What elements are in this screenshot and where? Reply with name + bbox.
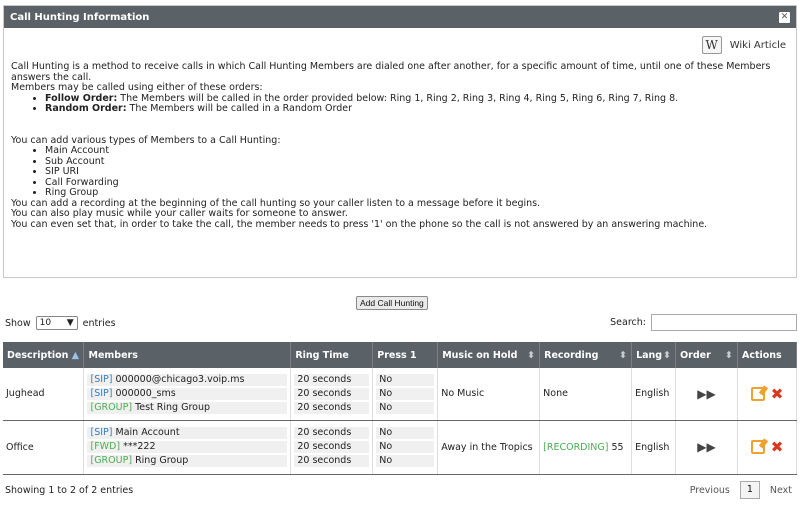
col-ring-time: Ring Time bbox=[290, 342, 374, 368]
row-music: No Music bbox=[437, 368, 541, 421]
press1-value: No bbox=[376, 427, 435, 439]
delete-icon[interactable]: ✖ bbox=[771, 386, 784, 401]
member-line: [FWD] ***222 bbox=[87, 441, 288, 453]
col-order[interactable]: Order ⬍ bbox=[675, 342, 738, 368]
row-description: Office bbox=[3, 420, 85, 475]
sort-icon: ⬍ bbox=[663, 349, 672, 361]
member-line: [GROUP] Ring Group bbox=[87, 455, 288, 467]
row-members: [SIP] Main Account [FWD] ***222 [GROUP] … bbox=[83, 420, 292, 475]
row-press1: No No No bbox=[372, 368, 439, 421]
sort-icon: ⬍ bbox=[619, 349, 628, 361]
show-label: Show bbox=[5, 317, 31, 329]
col-members: Members bbox=[83, 342, 292, 368]
caret-down-icon: ▼ bbox=[66, 318, 74, 328]
next-button[interactable]: Next bbox=[770, 485, 792, 496]
order-desc: The Members will be called in a Random O… bbox=[129, 103, 352, 114]
ring-time: 20 seconds bbox=[294, 373, 370, 386]
search-box: Search: bbox=[610, 314, 797, 331]
ring-time: 20 seconds bbox=[294, 401, 370, 414]
wikipedia-icon: W bbox=[701, 36, 722, 54]
member-line: [SIP] 000000_sms bbox=[87, 387, 288, 400]
entries-label: entries bbox=[82, 317, 116, 329]
row-press1: No No No bbox=[372, 420, 439, 475]
row-recording: [RECORDING] 55 bbox=[539, 420, 633, 475]
order-name: Random Order: bbox=[45, 103, 127, 114]
col-music-on-hold[interactable]: Music on Hold ⬍ bbox=[437, 342, 541, 368]
press1-value: No bbox=[376, 455, 435, 467]
col-lang[interactable]: Lang ⬍ bbox=[631, 342, 677, 368]
order-name: Follow Order: bbox=[45, 92, 118, 104]
table-header-row: Description ▲ Members Ring Time Press 1 … bbox=[3, 342, 798, 368]
type-item: Ring Group bbox=[45, 187, 790, 199]
entries-select[interactable]: 10 ▼ bbox=[35, 316, 78, 330]
type-item: Main Account bbox=[45, 145, 790, 157]
search-label: Search: bbox=[610, 317, 646, 328]
ring-time: 20 seconds bbox=[294, 441, 370, 453]
press1-value: No bbox=[376, 373, 435, 386]
panel-header: Call Hunting Information ✕ bbox=[4, 6, 796, 28]
row-ring-times: 20 seconds 20 seconds 20 seconds bbox=[290, 368, 374, 421]
page-1-button[interactable]: 1 bbox=[739, 481, 760, 499]
search-input[interactable] bbox=[651, 314, 797, 331]
edit-icon[interactable] bbox=[750, 386, 765, 401]
sort-icon: ⬍ bbox=[725, 349, 733, 361]
sort-icon: ⬍ bbox=[527, 349, 536, 361]
close-icon[interactable]: ✕ bbox=[779, 11, 790, 23]
ring-time: 20 seconds bbox=[294, 455, 370, 467]
note-text: You can even set that, in order to take … bbox=[11, 218, 708, 230]
press1-value: No bbox=[376, 387, 435, 400]
ring-time: 20 seconds bbox=[294, 387, 370, 400]
wiki-article-label: Wiki Article bbox=[729, 39, 786, 51]
note-text: You can also play music while your calle… bbox=[11, 208, 348, 219]
col-actions: Actions bbox=[737, 342, 798, 368]
order-icon[interactable]: ▶▶ bbox=[675, 420, 738, 475]
order-item: Random Order: The Members will be called… bbox=[45, 103, 790, 115]
order-desc: The Members will be called in the order … bbox=[120, 92, 679, 104]
delete-icon[interactable]: ✖ bbox=[771, 440, 784, 455]
entries-info: Showing 1 to 2 of 2 entries bbox=[5, 485, 134, 496]
order-icon[interactable]: ▶▶ bbox=[675, 368, 738, 421]
col-press1: Press 1 bbox=[372, 342, 439, 368]
col-recording[interactable]: Recording ⬍ bbox=[539, 342, 633, 368]
wiki-article-link[interactable]: W Wiki Article bbox=[701, 36, 786, 54]
intro-text: Call Hunting is a method to receive call… bbox=[11, 61, 771, 83]
press1-value: No bbox=[376, 441, 435, 453]
type-item: SIP URI bbox=[45, 166, 790, 178]
table-row: Office [SIP] Main Account [FWD] ***222 [… bbox=[3, 420, 798, 475]
pagination: Previous 1 Next bbox=[690, 481, 792, 499]
row-actions: ✖ bbox=[737, 420, 798, 475]
orders-list: Follow Order: The Members will be called… bbox=[45, 92, 790, 115]
row-ring-times: 20 seconds 20 seconds 20 seconds bbox=[290, 420, 374, 475]
member-line: [GROUP] Test Ring Group bbox=[87, 401, 288, 414]
row-lang: English bbox=[631, 420, 677, 475]
ring-time: 20 seconds bbox=[294, 427, 370, 439]
add-call-hunting-button[interactable]: Add Call Hunting bbox=[356, 296, 428, 310]
member-line: [SIP] Main Account bbox=[87, 427, 288, 439]
panel-title: Call Hunting Information bbox=[10, 11, 150, 23]
call-hunting-info-panel: Call Hunting Information ✕ W Wiki Articl… bbox=[3, 5, 797, 278]
previous-button[interactable]: Previous bbox=[690, 485, 730, 496]
row-recording: None bbox=[539, 368, 633, 421]
row-actions: ✖ bbox=[737, 368, 798, 421]
row-lang: English bbox=[631, 368, 677, 421]
entries-select-value: 10 bbox=[39, 318, 52, 328]
types-intro: You can add various types of Members to … bbox=[11, 134, 281, 146]
type-item: Sub Account bbox=[45, 156, 790, 168]
sort-asc-icon: ▲ bbox=[71, 349, 80, 361]
press1-value: No bbox=[376, 401, 435, 414]
panel-body: Call Hunting is a method to receive call… bbox=[4, 28, 796, 230]
row-music: Away in the Tropics bbox=[437, 420, 541, 475]
table-row: Jughead [SIP] 000000@chicago3.voip.ms [S… bbox=[3, 368, 798, 421]
call-hunting-table: Description ▲ Members Ring Time Press 1 … bbox=[3, 342, 798, 475]
row-members: [SIP] 000000@chicago3.voip.ms [SIP] 0000… bbox=[83, 368, 292, 421]
member-line: [SIP] 000000@chicago3.voip.ms bbox=[87, 373, 288, 386]
row-description: Jughead bbox=[3, 368, 85, 421]
type-item: Call Forwarding bbox=[45, 177, 790, 189]
edit-icon[interactable] bbox=[750, 440, 765, 454]
show-entries: Show 10 ▼ entries bbox=[5, 316, 116, 330]
col-description[interactable]: Description ▲ bbox=[3, 342, 85, 368]
types-list: Main Account Sub Account SIP URI Call Fo… bbox=[45, 145, 790, 199]
